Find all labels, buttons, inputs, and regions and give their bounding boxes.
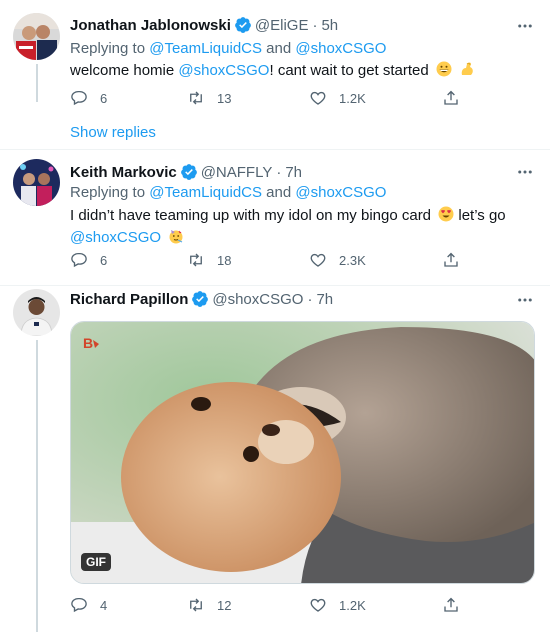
replying-prefix: Replying to bbox=[70, 184, 150, 201]
replying-user-link[interactable]: @shoxCSGO bbox=[295, 184, 386, 201]
mention-link[interactable]: @shoxCSGO bbox=[178, 62, 269, 79]
separator-dot: · bbox=[276, 163, 282, 181]
gif-badge: GIF bbox=[81, 553, 111, 571]
grinning-face-emoji-icon bbox=[436, 61, 452, 77]
tweet-actions: 4 12 1.2K bbox=[70, 595, 470, 615]
separator-dot: · bbox=[312, 16, 318, 34]
replying-user-link[interactable]: @TeamLiquidCS bbox=[149, 40, 262, 57]
retweet-icon bbox=[190, 253, 202, 267]
retweet-count: 12 bbox=[217, 597, 232, 613]
tweet-header: Jonathan Jablonowski @EliGE · 5h bbox=[70, 14, 338, 36]
retweet-button[interactable]: 18 bbox=[187, 251, 231, 269]
tweet-text-part: let’s go bbox=[454, 207, 506, 224]
verified-badge-icon bbox=[234, 17, 251, 33]
replying-and: and bbox=[262, 40, 296, 57]
tweet-text-part: ! cant wait to get started bbox=[269, 62, 429, 79]
sloth-gif-image: B bbox=[71, 322, 534, 583]
tweet-text-line-1: I didn’t have teaming up with my idol on… bbox=[70, 206, 506, 224]
more-icon[interactable] bbox=[515, 16, 535, 36]
tweet-actions: 6 13 1.2K bbox=[70, 88, 470, 108]
timestamp[interactable]: 7h bbox=[285, 164, 302, 181]
like-count: 2.3K bbox=[339, 252, 366, 268]
svg-text:B: B bbox=[83, 335, 93, 351]
avatar[interactable] bbox=[13, 159, 60, 206]
gif-media[interactable]: B GIF bbox=[70, 321, 535, 584]
like-count: 1.2K bbox=[339, 90, 366, 106]
share-icon bbox=[444, 252, 458, 267]
retweet-icon bbox=[190, 598, 202, 612]
reply-icon bbox=[71, 90, 87, 106]
show-replies-link[interactable]: Show replies bbox=[70, 124, 156, 141]
tweet-actions: 6 18 2.3K bbox=[70, 250, 470, 270]
heart-icon bbox=[310, 598, 326, 612]
timestamp[interactable]: 5h bbox=[321, 17, 338, 34]
replying-to: Replying to @TeamLiquidCS and @shoxCSGO bbox=[70, 184, 386, 201]
tweet-header: Keith Markovic @NAFFLY · 7h bbox=[70, 161, 302, 183]
reply-icon bbox=[71, 597, 87, 613]
replying-user-link[interactable]: @shoxCSGO bbox=[295, 40, 386, 57]
display-name[interactable]: Jonathan Jablonowski bbox=[70, 17, 231, 34]
heart-icon bbox=[310, 91, 326, 105]
share-button[interactable] bbox=[442, 251, 460, 269]
reply-count: 6 bbox=[100, 252, 108, 268]
heart-icon bbox=[310, 253, 326, 267]
retweet-button[interactable]: 12 bbox=[187, 596, 231, 614]
verified-badge-icon bbox=[192, 291, 209, 307]
tweet-text-part: welcome homie bbox=[70, 62, 179, 79]
like-count: 1.2K bbox=[339, 597, 366, 613]
retweet-icon bbox=[190, 91, 202, 105]
replying-and: and bbox=[262, 184, 296, 201]
handle[interactable]: @NAFFLY bbox=[201, 164, 273, 181]
share-button[interactable] bbox=[442, 596, 460, 614]
avatar[interactable] bbox=[13, 289, 60, 336]
display-name[interactable]: Keith Markovic bbox=[70, 164, 177, 181]
reply-count: 4 bbox=[100, 597, 108, 613]
separator-dot: · bbox=[307, 290, 313, 308]
replying-prefix: Replying to bbox=[70, 40, 150, 57]
mention-link[interactable]: @shoxCSGO bbox=[70, 229, 161, 246]
share-icon bbox=[444, 597, 458, 612]
tweet-text-part: I didn’t have teaming up with my idol on… bbox=[70, 207, 432, 224]
reply-icon bbox=[71, 252, 87, 268]
share-icon bbox=[444, 90, 458, 105]
like-button[interactable]: 2.3K bbox=[309, 251, 366, 269]
thread-line bbox=[36, 64, 38, 102]
flexed-biceps-emoji-icon bbox=[461, 62, 473, 75]
thread-line bbox=[36, 340, 38, 632]
heart-eyes-emoji-icon bbox=[438, 206, 454, 222]
retweet-count: 13 bbox=[217, 90, 232, 106]
avatar[interactable] bbox=[13, 13, 60, 60]
tweet-header: Richard Papillon @shoxCSGO · 7h bbox=[70, 288, 333, 310]
tweet-1[interactable]: Jonathan Jablonowski @EliGE · 5h Replyin… bbox=[0, 0, 550, 150]
handle[interactable]: @EliGE bbox=[255, 17, 309, 34]
display-name[interactable]: Richard Papillon bbox=[70, 291, 188, 308]
more-icon[interactable] bbox=[515, 290, 535, 310]
like-button[interactable]: 1.2K bbox=[309, 596, 366, 614]
reply-button[interactable]: 6 bbox=[70, 251, 107, 269]
share-button[interactable] bbox=[442, 89, 460, 107]
tweet-text-line-2: @shoxCSGO bbox=[70, 228, 184, 246]
retweet-button[interactable]: 13 bbox=[187, 89, 231, 107]
reply-button[interactable]: 6 bbox=[70, 89, 107, 107]
reply-button[interactable]: 4 bbox=[70, 596, 107, 614]
reply-count: 6 bbox=[100, 90, 108, 106]
retweet-count: 18 bbox=[217, 252, 232, 268]
more-icon[interactable] bbox=[515, 162, 535, 182]
handle[interactable]: @shoxCSGO bbox=[212, 291, 303, 308]
tweet-2[interactable]: Keith Markovic @NAFFLY · 7h Replying to … bbox=[0, 150, 550, 286]
replying-user-link[interactable]: @TeamLiquidCS bbox=[149, 184, 262, 201]
partying-face-emoji-icon bbox=[169, 230, 183, 244]
like-button[interactable]: 1.2K bbox=[309, 89, 366, 107]
replying-to: Replying to @TeamLiquidCS and @shoxCSGO bbox=[70, 40, 386, 57]
tweet-text: welcome homie @shoxCSGO! cant wait to ge… bbox=[70, 61, 475, 79]
timestamp[interactable]: 7h bbox=[316, 291, 333, 308]
verified-badge-icon bbox=[180, 164, 197, 180]
